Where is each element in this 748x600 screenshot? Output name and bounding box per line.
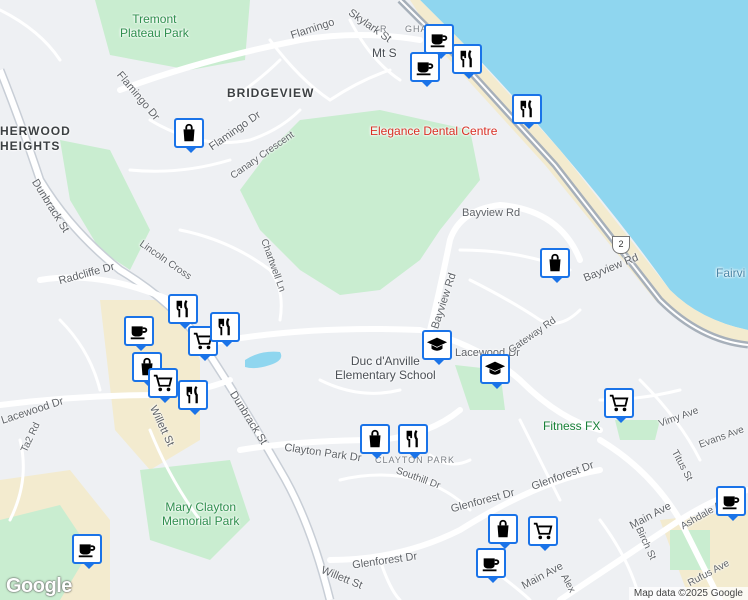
- cafe-icon: [482, 558, 500, 572]
- map-marker-grocery[interactable]: [148, 368, 178, 403]
- shopping-bag-icon: [183, 123, 195, 142]
- map-marker-restaurant[interactable]: [452, 44, 482, 79]
- cafe-icon: [416, 62, 434, 76]
- map-marker-school[interactable]: [480, 354, 510, 389]
- cafe-icon: [722, 496, 740, 510]
- restaurant-icon: [406, 429, 418, 448]
- highway-shield: 2: [612, 236, 630, 254]
- school-icon: [484, 361, 506, 375]
- street-label: Bayview Rd: [462, 207, 521, 219]
- park-area: [615, 420, 660, 440]
- map-canvas[interactable]: Tremont Plateau Park BRIDGEVIEW HERWOOD …: [0, 0, 748, 600]
- restaurant-icon: [186, 385, 198, 404]
- map-marker-cafe[interactable]: [72, 534, 102, 569]
- shopping-bag-icon: [497, 519, 509, 538]
- park-label-tremont: Tremont Plateau Park: [120, 12, 189, 40]
- map-base-layer: [0, 0, 748, 600]
- map-marker-restaurant[interactable]: [210, 312, 240, 347]
- cafe-icon: [430, 34, 448, 48]
- map-marker-shopping[interactable]: [360, 424, 390, 459]
- place-label-mt-st: Mt S: [372, 46, 397, 60]
- shopping-cart-icon: [153, 374, 173, 392]
- restaurant-icon: [176, 299, 188, 318]
- map-marker-restaurant[interactable]: [512, 94, 542, 129]
- map-marker-shopping[interactable]: [174, 118, 204, 153]
- shopping-bag-icon: [549, 253, 561, 272]
- map-marker-shopping[interactable]: [488, 514, 518, 549]
- cafe-icon: [78, 544, 96, 558]
- map-marker-grocery[interactable]: [604, 388, 634, 423]
- map-marker-cafe[interactable]: [716, 486, 746, 521]
- shopping-cart-icon: [609, 394, 629, 412]
- park-label-mary-clayton: Mary Clayton Memorial Park: [162, 500, 240, 528]
- map-marker-shopping[interactable]: [540, 248, 570, 283]
- restaurant-icon: [218, 317, 230, 336]
- map-marker-restaurant[interactable]: [178, 380, 208, 415]
- restaurant-icon: [520, 99, 532, 118]
- shopping-cart-icon: [533, 522, 553, 540]
- shopping-bag-icon: [369, 429, 381, 448]
- neighbourhood-label-herwood: HERWOOD HEIGHTS: [0, 124, 71, 153]
- google-logo: Google: [6, 575, 72, 597]
- school-label: Duc d'Anville Elementary School: [335, 354, 436, 382]
- map-marker-cafe[interactable]: [476, 548, 506, 583]
- poi-label-dental: Elegance Dental Centre: [370, 124, 498, 138]
- map-marker-cafe[interactable]: [410, 52, 440, 87]
- poi-label-fitness: Fitness FX: [543, 419, 601, 433]
- map-marker-cafe[interactable]: [124, 316, 154, 351]
- map-attribution: Map data ©2025 Google: [628, 587, 748, 600]
- school-icon: [426, 337, 448, 351]
- neighbourhood-label-bridgeview: BRIDGEVIEW: [227, 86, 315, 100]
- map-marker-grocery[interactable]: [528, 516, 558, 551]
- place-label-fairview: Fairvi: [716, 266, 746, 280]
- map-marker-restaurant[interactable]: [398, 424, 428, 459]
- map-marker-restaurant[interactable]: [168, 294, 198, 329]
- cafe-icon: [130, 326, 148, 340]
- map-marker-cafe[interactable]: [424, 24, 454, 59]
- map-marker-school[interactable]: [422, 330, 452, 365]
- restaurant-icon: [460, 49, 472, 68]
